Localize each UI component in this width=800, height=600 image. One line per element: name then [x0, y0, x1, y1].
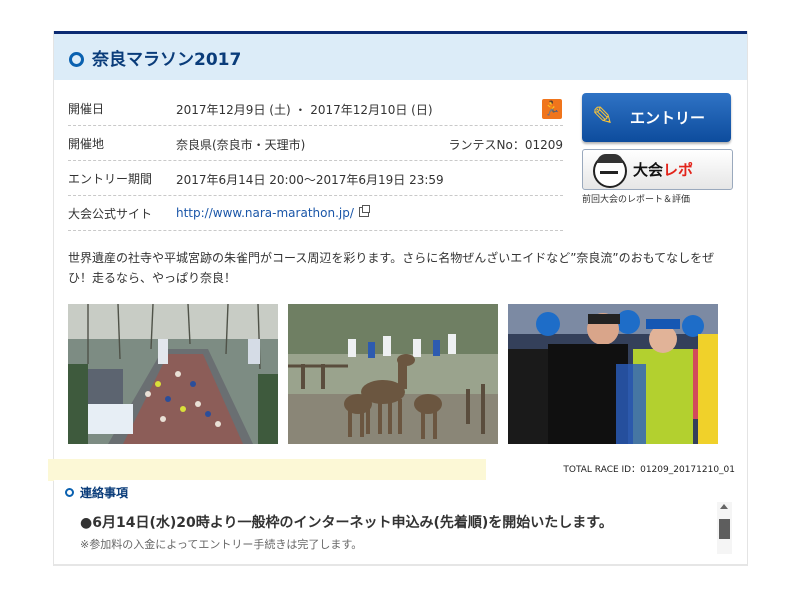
info-row-site: 大会公式サイト http://www.nara-marathon.jp/: [68, 196, 563, 231]
race-info-table: 開催日 2017年12月9日 (土) ・ 2017年12月10日 (日) 🏃 開…: [68, 91, 563, 231]
mascot-icon: [593, 154, 627, 188]
entry-period-value: 2017年6月14日 20:00〜2017年6月19日 23:59: [176, 173, 444, 187]
notice-highlight: [48, 459, 486, 481]
scrollbar-thumb[interactable]: [719, 519, 730, 539]
notice-scrollbar[interactable]: [717, 502, 732, 554]
race-report-button[interactable]: 大会レポ: [582, 149, 733, 190]
race-card: 奈良マラソン2017 開催日 2017年12月9日 (土) ・ 2017年12月…: [48, 31, 748, 566]
runner-icon[interactable]: 🏃: [542, 99, 562, 119]
notice-subtext: ※参加料の入金によってエントリー手続きは完了します。: [80, 538, 363, 551]
scroll-up-icon[interactable]: [720, 504, 728, 509]
date-label: 開催日: [68, 102, 105, 116]
race-description: 世界遺産の社寺や平城宮跡の朱雀門がコース周辺を彩ります。さらに名物ぜんざいエイド…: [68, 251, 715, 285]
notice-title: 連絡事項: [80, 486, 129, 500]
entry-button-label: エントリー: [630, 109, 706, 127]
info-row-place: 開催地 奈良県(奈良市・天理市) ランテスNo：01209: [68, 126, 563, 161]
photo-marathon-start: [68, 304, 278, 444]
race-header: 奈良マラソン2017: [54, 34, 747, 80]
notice-panel: 連絡事項 ●6月14日(水)20時より一般枠のインターネット申込み(先着順)を開…: [54, 480, 747, 556]
notice-message: ●6月14日(水)20時より一般枠のインターネット申込み(先着順)を開始いたしま…: [80, 515, 613, 531]
external-link-icon: [358, 205, 370, 217]
photo-volunteers: [508, 304, 718, 444]
race-title: 奈良マラソン2017: [92, 50, 242, 70]
place-value: 奈良県(奈良市・天理市): [176, 138, 306, 152]
bottom-border: [54, 564, 747, 566]
pencil-icon: ✎: [592, 102, 614, 132]
report-caption: 前回大会のレポート＆評価: [582, 195, 691, 205]
ring-icon: [69, 52, 84, 67]
ring-icon: [65, 488, 74, 497]
site-label: 大会公式サイト: [68, 207, 153, 221]
runtes-number: ランテスNo：01209: [448, 138, 564, 152]
info-row-entry-period: エントリー期間 2017年6月14日 20:00〜2017年6月19日 23:5…: [68, 161, 563, 196]
total-race-id: TOTAL RACE ID：01209_20171210_01: [563, 465, 735, 475]
date-value: 2017年12月9日 (土) ・ 2017年12月10日 (日): [176, 103, 433, 117]
place-label: 開催地: [68, 137, 105, 151]
entry-period-label: エントリー期間: [68, 172, 153, 186]
site-value: http://www.nara-marathon.jp/: [176, 205, 370, 220]
entry-button[interactable]: ✎ エントリー: [582, 93, 731, 142]
photo-nara-deer: [288, 304, 498, 444]
official-site-link[interactable]: http://www.nara-marathon.jp/: [176, 206, 354, 220]
info-row-date: 開催日 2017年12月9日 (土) ・ 2017年12月10日 (日) 🏃: [68, 91, 563, 126]
report-button-label: 大会レポ: [633, 161, 694, 179]
